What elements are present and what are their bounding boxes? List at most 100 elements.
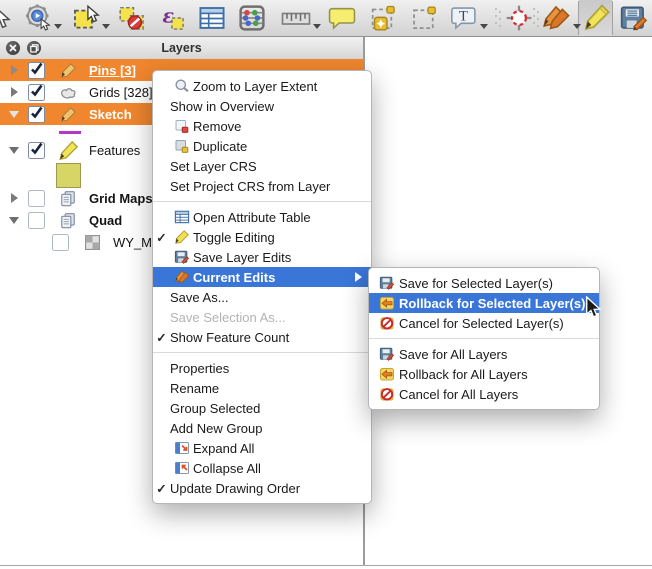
statistics-icon: [238, 4, 266, 32]
editing-pencil-icon: [56, 140, 80, 161]
save-edits-icon: [375, 275, 399, 291]
editing-pencil-icon: [56, 62, 80, 79]
menu-separator: [369, 338, 599, 339]
attribute-table-icon: [170, 209, 193, 225]
menu-item-show-feature-count[interactable]: ✓ Show Feature Count: [153, 327, 371, 347]
menu-item-save-layer-edits[interactable]: Save Layer Edits: [153, 247, 371, 267]
qgis-window: ε: [0, 0, 652, 569]
select-by-expression-icon: ε: [158, 4, 186, 32]
panel-float-button[interactable]: [27, 41, 41, 55]
menu-item-show-in-overview[interactable]: Show in Overview: [153, 96, 371, 116]
raster-layer-icon: [80, 235, 104, 250]
submenu-item-rollback-for-all-layers[interactable]: Rollback for All Layers: [369, 364, 599, 384]
layer-label: Grids [328]: [89, 85, 153, 100]
open-attribute-table-button[interactable]: [198, 3, 226, 33]
window-bottom-edge: [0, 565, 652, 566]
cancel-icon: [375, 386, 399, 402]
dropdown-arrow-icon: [573, 24, 581, 29]
polygon-layer-icon: [56, 85, 80, 100]
menu-item-properties[interactable]: Properties: [153, 358, 371, 378]
layer-checkbox[interactable]: [28, 106, 45, 123]
menu-item-group-selected[interactable]: Group Selected: [153, 398, 371, 418]
menu-item-toggle-editing[interactable]: ✓ Toggle Editing: [153, 227, 371, 247]
select-features-icon: [72, 4, 100, 32]
toolbar-grip-icon: [532, 6, 540, 36]
menu-item-zoom-to-layer-extent[interactable]: Zoom to Layer Extent: [153, 76, 371, 96]
attribute-table-icon: [198, 4, 226, 32]
group-checkbox[interactable]: [28, 190, 45, 207]
current-edits-icon: [541, 4, 571, 32]
menu-item-save-as[interactable]: Save As...: [153, 287, 371, 307]
pencil-icon: [170, 229, 193, 245]
submenu-arrow-icon: [355, 272, 362, 282]
float-icon: [30, 44, 39, 53]
annotation-icon: [410, 4, 438, 32]
features-fill-symbol-swatch: [56, 163, 81, 188]
select-by-expression-button[interactable]: ε: [158, 3, 186, 33]
measure-button[interactable]: [281, 3, 321, 33]
expander-collapsed-icon[interactable]: [7, 193, 21, 203]
expander-collapsed-icon[interactable]: [7, 87, 21, 97]
editing-pencil-icon: [56, 106, 80, 123]
menu-item-open-attribute-table[interactable]: Open Attribute Table: [153, 207, 371, 227]
submenu-item-rollback-for-selected-layers[interactable]: Rollback for Selected Layer(s): [369, 293, 599, 313]
submenu-item-cancel-for-all-layers[interactable]: Cancel for All Layers: [369, 384, 599, 404]
layers-panel-header: Layers: [0, 37, 363, 60]
layer-checkbox[interactable]: [28, 142, 45, 159]
rollback-icon: [375, 295, 399, 311]
menu-item-current-edits[interactable]: Current Edits: [153, 267, 371, 287]
save-edits-icon: [375, 346, 399, 362]
text-annotation-icon: T: [450, 4, 478, 32]
current-edits-toolbar-button[interactable]: [541, 3, 581, 33]
sketch-line-symbol-swatch: [59, 131, 81, 134]
checkmark-icon: ✓: [153, 481, 170, 496]
menu-item-set-project-crs-from-layer[interactable]: Set Project CRS from Layer: [153, 176, 371, 196]
menu-item-rename[interactable]: Rename: [153, 378, 371, 398]
dropdown-arrow-icon: [480, 24, 488, 29]
text-annotation-button[interactable]: T: [450, 3, 488, 33]
cursor-icon: [0, 6, 11, 30]
annotation-star-button[interactable]: [368, 3, 396, 33]
submenu-item-cancel-for-selected-layers[interactable]: Cancel for Selected Layer(s): [369, 313, 599, 333]
cursor-tool-button[interactable]: [0, 3, 11, 33]
expander-collapsed-icon[interactable]: [7, 65, 21, 75]
layer-checkbox[interactable]: [28, 84, 45, 101]
map-tips-button[interactable]: [328, 3, 356, 33]
statistics-button[interactable]: [238, 3, 266, 33]
layer-checkbox[interactable]: [28, 62, 45, 79]
save-edits-icon: [619, 4, 649, 32]
group-label: Grid Maps: [89, 191, 153, 206]
menu-item-update-drawing-order[interactable]: ✓ Update Drawing Order: [153, 478, 371, 498]
menu-item-remove[interactable]: Remove: [153, 116, 371, 136]
expander-expanded-icon[interactable]: [7, 217, 21, 224]
menu-item-set-layer-crs[interactable]: Set Layer CRS: [153, 156, 371, 176]
collapse-all-icon: [170, 460, 193, 476]
submenu-item-save-for-all-layers[interactable]: Save for All Layers: [369, 344, 599, 364]
menu-item-duplicate[interactable]: Duplicate: [153, 136, 371, 156]
toggle-editing-toolbar-button[interactable]: [583, 3, 611, 33]
deselect-features-button[interactable]: [118, 3, 146, 33]
layer-label: Pins [3]: [89, 63, 136, 78]
map-tips-icon: [328, 4, 356, 32]
expander-expanded-icon[interactable]: [7, 111, 21, 118]
current-edits-submenu: Save for Selected Layer(s) Rollback for …: [368, 267, 600, 410]
toolbar-grip-icon: [494, 6, 502, 36]
measure-icon: [281, 4, 311, 32]
group-checkbox[interactable]: [28, 212, 45, 229]
feature-action-button[interactable]: [24, 3, 62, 33]
layer-checkbox[interactable]: [52, 234, 69, 251]
crosshair-button[interactable]: [505, 3, 533, 33]
annotation-button[interactable]: [410, 3, 438, 33]
panel-close-button[interactable]: [6, 41, 20, 55]
toolbar-separator: [612, 1, 613, 35]
save-edits-button[interactable]: [619, 3, 649, 33]
menu-item-collapse-all[interactable]: Collapse All: [153, 458, 371, 478]
menu-item-save-selection-as: Save Selection As...: [153, 307, 371, 327]
submenu-item-save-for-selected-layers[interactable]: Save for Selected Layer(s): [369, 273, 599, 293]
panel-title: Layers: [0, 37, 363, 59]
select-features-button[interactable]: [72, 3, 110, 33]
menu-item-add-new-group[interactable]: Add New Group: [153, 418, 371, 438]
annotation-star-icon: [368, 4, 396, 32]
expander-expanded-icon[interactable]: [7, 147, 21, 154]
menu-item-expand-all[interactable]: Expand All: [153, 438, 371, 458]
